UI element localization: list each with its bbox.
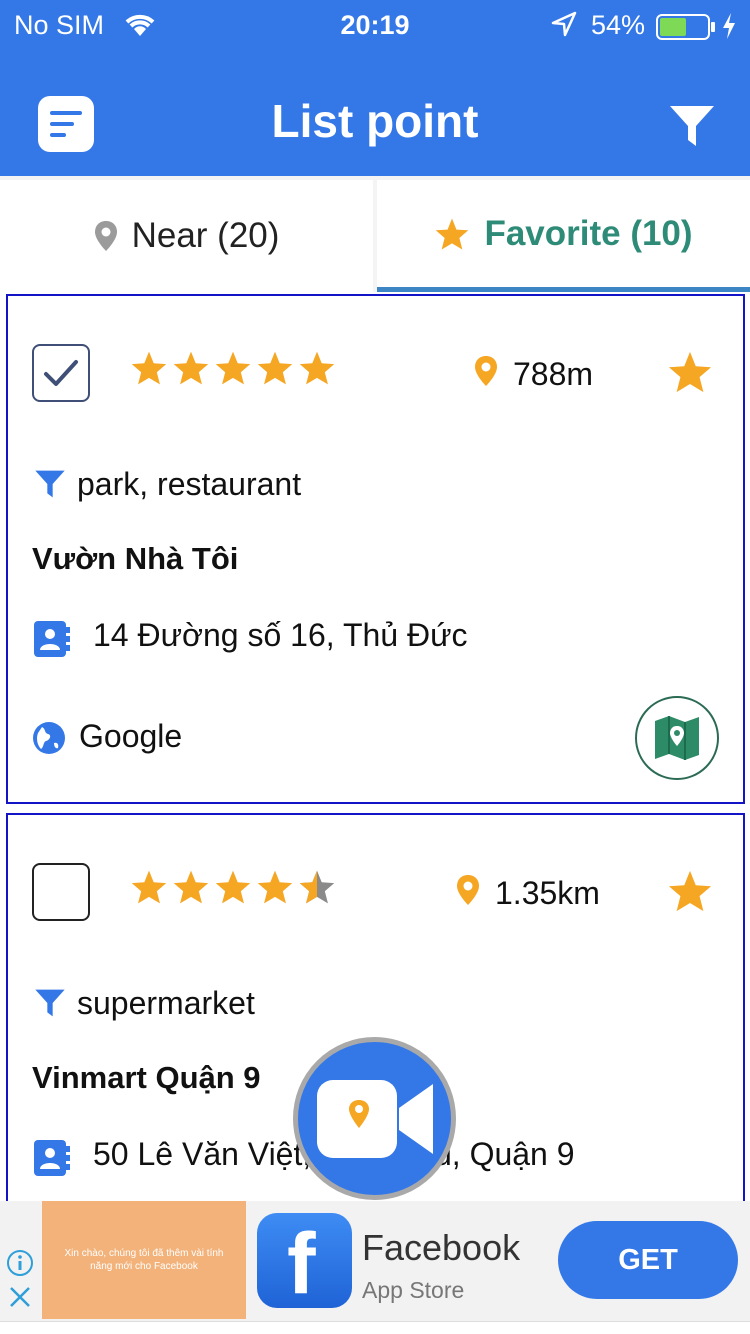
place-card[interactable]: 788m park, restaurant Vườn Nhà Tôi 14 Đư… <box>6 294 745 804</box>
ad-subtitle: App Store <box>362 1277 465 1303</box>
close-icon[interactable] <box>8 1285 32 1309</box>
tab-near[interactable]: Near (20) <box>0 180 373 292</box>
place-types: park, restaurant <box>77 466 302 502</box>
star-icon <box>299 351 335 385</box>
place-address: 14 Đường số 16, Thủ Đức <box>93 617 468 653</box>
tab-near-label: Near (20) <box>131 216 280 255</box>
select-checkbox[interactable] <box>32 863 90 921</box>
filter-icon[interactable] <box>668 102 716 150</box>
facebook-logo-letter: f <box>287 1216 316 1312</box>
ad-thumbnail[interactable]: Xin chào, chúng tôi đã thêm vài tính năn… <box>42 1201 246 1319</box>
video-location-button[interactable] <box>293 1037 456 1200</box>
map-pin-icon <box>94 221 117 251</box>
star-icon <box>215 870 251 904</box>
filter-icon <box>35 470 65 498</box>
nav-bar: List point <box>0 54 750 176</box>
map-button[interactable] <box>635 696 719 780</box>
charging-icon <box>723 13 735 39</box>
place-source: Google <box>79 718 183 754</box>
status-bar: No SIM 20:19 54% <box>0 0 750 54</box>
contact-card-icon <box>34 1140 70 1176</box>
rating-stars <box>130 350 336 386</box>
tab-favorite[interactable]: Favorite (10) <box>377 180 750 292</box>
map-pin-icon <box>475 356 497 386</box>
location-arrow-icon <box>551 11 577 37</box>
get-button[interactable]: GET <box>558 1221 738 1299</box>
map-pin-icon <box>457 875 479 905</box>
star-icon <box>215 351 251 385</box>
select-checkbox[interactable] <box>32 344 90 402</box>
globe-icon <box>33 722 65 754</box>
rating-stars <box>130 869 336 905</box>
checkmark-icon <box>44 360 78 386</box>
facebook-logo[interactable]: f <box>257 1213 352 1308</box>
battery-percent: 54% <box>591 10 646 40</box>
place-types: supermarket <box>77 985 255 1021</box>
favorite-star-icon[interactable] <box>667 350 713 394</box>
place-name: Vinmart Quận 9 <box>32 1060 261 1095</box>
battery-icon <box>656 14 715 40</box>
distance-label: 1.35km <box>495 875 600 911</box>
half-star-icon <box>299 870 335 904</box>
distance-label: 788m <box>513 356 594 392</box>
map-icon <box>655 716 699 760</box>
star-icon <box>173 351 209 385</box>
star-icon <box>173 870 209 904</box>
contact-card-icon <box>34 621 70 657</box>
filter-icon <box>35 989 65 1017</box>
ad-title: Facebook <box>362 1227 521 1268</box>
tab-bar: Near (20) Favorite (10) <box>0 176 750 292</box>
bottom-edge <box>0 1321 750 1334</box>
tab-favorite-label: Favorite (10) <box>484 213 693 253</box>
info-icon[interactable] <box>6 1249 34 1277</box>
star-icon <box>131 351 167 385</box>
star-icon <box>257 351 293 385</box>
star-icon <box>257 870 293 904</box>
ad-banner[interactable]: Xin chào, chúng tôi đã thêm vài tính năn… <box>0 1201 750 1321</box>
favorite-star-icon[interactable] <box>667 869 713 913</box>
page-title: List point <box>271 95 479 147</box>
star-icon <box>131 870 167 904</box>
place-name: Vườn Nhà Tôi <box>32 541 239 576</box>
video-camera-icon <box>316 1079 433 1158</box>
star-icon <box>436 217 469 250</box>
